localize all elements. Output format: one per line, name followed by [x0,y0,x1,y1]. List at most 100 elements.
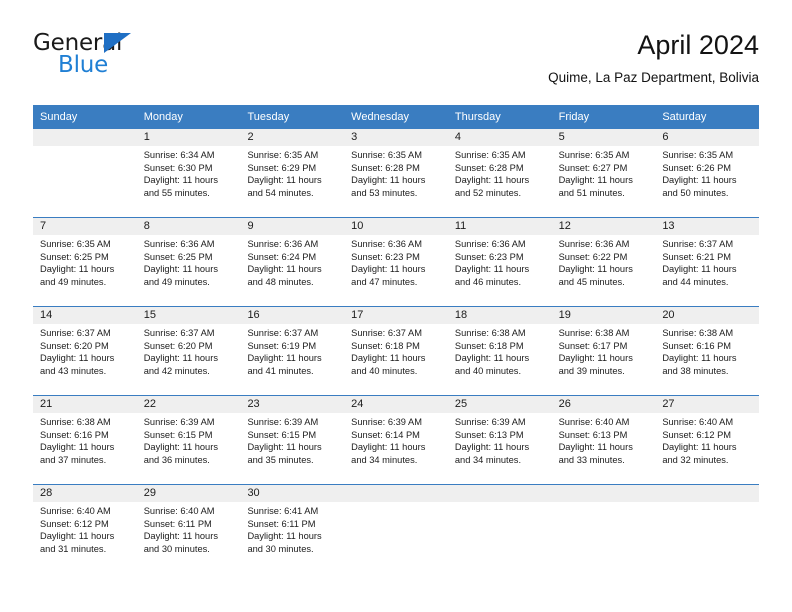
day-number: 11 [447,218,552,235]
day-cell-21[interactable]: 21 Sunrise: 6:38 AM Sunset: 6:16 PM Dayligh… [33,396,137,484]
page-subtitle: Quime, La Paz Department, Bolivia [548,70,759,85]
day-cell-25[interactable]: 25 Sunrise: 6:39 AM Sunset: 6:13 PM Dayligh… [447,396,552,484]
sunset-time: Sunset: 6:28 PM [454,162,524,173]
day-details [344,502,448,505]
calendar-page: General Blue April 2024 Quime, La Paz De… [0,0,792,612]
sunset-time: Sunset: 6:12 PM [40,518,109,529]
sunrise-time: Sunrise: 6:39 AM [454,417,526,427]
day-details [33,146,137,149]
daylight-duration-line2: and 54 minutes. [247,187,314,198]
daylight-duration-line1: Daylight: 11 hours [662,353,737,364]
sunrise-time: Sunrise: 6:38 AM [40,417,111,427]
day-details: Sunrise: 6:37 AM Sunset: 6:21 PM Daylight:… [655,235,759,288]
day-cell-28[interactable]: 28 Sunrise: 6:40 AM Sunset: 6:12 PM Dayligh… [33,485,137,573]
day-number: 14 [33,307,137,324]
day-details [448,502,552,505]
daylight-duration-line1: Daylight: 11 hours [558,175,633,186]
daylight-duration-line2: and 55 minutes. [143,187,210,198]
sunset-time: Sunset: 6:23 PM [351,251,420,262]
sunset-time: Sunset: 6:26 PM [662,162,732,173]
day-details: Sunrise: 6:35 AM Sunset: 6:28 PM Daylight:… [344,146,448,199]
day-cell-3[interactable]: 3 Sunrise: 6:35 AM Sunset: 6:28 PM Daylight… [344,129,448,217]
day-cell-24[interactable]: 24 Sunrise: 6:39 AM Sunset: 6:14 PM Dayligh… [344,396,448,484]
weekday-header-wednesday: Wednesday [351,111,410,123]
day-cell-1[interactable]: 1 Sunrise: 6:34 AM Sunset: 6:30 PM Daylight… [136,129,241,217]
sunrise-time: Sunrise: 6:36 AM [558,239,630,249]
day-details: Sunrise: 6:35 AM Sunset: 6:28 PM Daylight:… [448,146,552,199]
day-details: Sunrise: 6:35 AM Sunset: 6:27 PM Daylight:… [552,146,656,199]
day-cell-4[interactable]: 4 Sunrise: 6:35 AM Sunset: 6:28 PM Daylight… [447,129,552,217]
day-cell-7[interactable]: 7 Sunrise: 6:35 AM Sunset: 6:25 PM Daylight… [33,218,137,306]
day-cell-10[interactable]: 10 Sunrise: 6:36 AM Sunset: 6:23 PM Dayligh… [344,218,448,306]
day-cell-8[interactable]: 8 Sunrise: 6:36 AM Sunset: 6:25 PM Daylight… [136,218,241,306]
day-cell-22[interactable]: 22 Sunrise: 6:39 AM Sunset: 6:15 PM Dayligh… [136,396,241,484]
sunrise-time: Sunrise: 6:40 AM [558,417,630,427]
daylight-duration-line1: Daylight: 11 hours [454,175,530,186]
day-number: 18 [447,307,552,324]
daylight-duration-line2: and 39 minutes. [558,365,625,376]
title-block: April 2024 Quime, La Paz Department, Bol… [548,28,759,88]
day-number: 28 [33,485,137,502]
day-details: Sunrise: 6:34 AM Sunset: 6:30 PM Daylight:… [137,146,241,199]
daylight-duration-line2: and 53 minutes. [351,187,418,198]
sunset-time: Sunset: 6:11 PM [143,518,212,529]
sunset-time: Sunset: 6:12 PM [662,429,732,440]
day-cell-13[interactable]: 13 Sunrise: 6:37 AM Sunset: 6:21 PM Dayligh… [655,218,760,306]
day-details: Sunrise: 6:39 AM Sunset: 6:15 PM Daylight:… [137,413,241,466]
sunrise-time: Sunrise: 6:35 AM [558,150,630,160]
day-details: Sunrise: 6:38 AM Sunset: 6:18 PM Daylight:… [448,324,552,377]
day-cell-20[interactable]: 20 Sunrise: 6:38 AM Sunset: 6:16 PM Dayligh… [655,307,760,395]
sunset-time: Sunset: 6:17 PM [558,340,628,351]
day-details: Sunrise: 6:35 AM Sunset: 6:29 PM Daylight:… [240,146,344,199]
day-cell-18[interactable]: 18 Sunrise: 6:38 AM Sunset: 6:18 PM Dayligh… [447,307,552,395]
day-cell-19[interactable]: 19 Sunrise: 6:38 AM Sunset: 6:17 PM Dayligh… [551,307,656,395]
day-details: Sunrise: 6:36 AM Sunset: 6:23 PM Daylight:… [448,235,552,288]
day-cell-29[interactable]: 29 Sunrise: 6:40 AM Sunset: 6:11 PM Dayligh… [136,485,241,573]
day-cell-26[interactable]: 26 Sunrise: 6:40 AM Sunset: 6:13 PM Dayligh… [551,396,656,484]
sunset-time: Sunset: 6:15 PM [143,429,213,440]
day-details: Sunrise: 6:40 AM Sunset: 6:12 PM Daylight:… [655,413,759,466]
sunrise-time: Sunrise: 6:35 AM [662,150,734,160]
day-cell-30[interactable]: 30 Sunrise: 6:41 AM Sunset: 6:11 PM Dayligh… [240,485,345,573]
sunset-time: Sunset: 6:18 PM [351,340,420,351]
day-cell-empty [447,485,552,573]
daylight-duration-line1: Daylight: 11 hours [143,442,218,453]
daylight-duration-line1: Daylight: 11 hours [454,264,530,275]
day-cell-27[interactable]: 27 Sunrise: 6:40 AM Sunset: 6:12 PM Dayligh… [655,396,760,484]
day-details: Sunrise: 6:38 AM Sunset: 6:17 PM Daylight:… [552,324,656,377]
day-cell-9[interactable]: 9 Sunrise: 6:36 AM Sunset: 6:24 PM Daylight… [240,218,345,306]
day-cell-17[interactable]: 17 Sunrise: 6:37 AM Sunset: 6:18 PM Dayligh… [344,307,448,395]
generalblue-logo[interactable]: General Blue [33,30,243,86]
day-details: Sunrise: 6:37 AM Sunset: 6:18 PM Daylight:… [344,324,448,377]
day-cell-14[interactable]: 14 Sunrise: 6:37 AM Sunset: 6:20 PM Dayligh… [33,307,137,395]
daylight-duration-line1: Daylight: 11 hours [40,442,115,453]
day-number: 9 [240,218,345,235]
day-cell-11[interactable]: 11 Sunrise: 6:36 AM Sunset: 6:23 PM Dayligh… [447,218,552,306]
day-cell-12[interactable]: 12 Sunrise: 6:36 AM Sunset: 6:22 PM Dayligh… [551,218,656,306]
page-title: April 2024 [637,30,759,60]
day-cell-15[interactable]: 15 Sunrise: 6:37 AM Sunset: 6:20 PM Dayligh… [136,307,241,395]
weekday-header-friday: Friday [558,111,590,123]
day-cell-2[interactable]: 2 Sunrise: 6:35 AM Sunset: 6:29 PM Daylight… [240,129,345,217]
calendar-week-row: 14 Sunrise: 6:37 AM Sunset: 6:20 PM Dayligh… [33,306,760,395]
sunrise-time: Sunrise: 6:37 AM [351,328,422,338]
daylight-duration-line1: Daylight: 11 hours [558,264,633,275]
day-cell-23[interactable]: 23 Sunrise: 6:39 AM Sunset: 6:15 PM Dayligh… [240,396,345,484]
day-cell-16[interactable]: 16 Sunrise: 6:37 AM Sunset: 6:19 PM Dayligh… [240,307,345,395]
calendar-grid: Sunday Monday Tuesday Wednesday Thursday Frid… [33,105,760,573]
calendar-week-row: 1 Sunrise: 6:34 AM Sunset: 6:30 PM Daylight… [33,129,760,217]
day-details: Sunrise: 6:37 AM Sunset: 6:20 PM Daylight:… [137,324,241,377]
day-number: 17 [344,307,448,324]
day-cell-5[interactable]: 5 Sunrise: 6:35 AM Sunset: 6:27 PM Daylight… [551,129,656,217]
day-details: Sunrise: 6:35 AM Sunset: 6:25 PM Daylight:… [33,235,137,288]
daylight-duration-line2: and 47 minutes. [351,276,418,287]
day-cell-6[interactable]: 6 Sunrise: 6:35 AM Sunset: 6:26 PM Daylight… [655,129,760,217]
sunset-time: Sunset: 6:16 PM [40,429,109,440]
sunrise-time: Sunrise: 6:35 AM [247,150,319,160]
day-details: Sunrise: 6:41 AM Sunset: 6:11 PM Daylight:… [240,502,344,555]
day-number: 2 [240,129,345,146]
day-number: 4 [447,129,552,146]
sunrise-time: Sunrise: 6:39 AM [247,417,319,427]
sunrise-time: Sunrise: 6:34 AM [143,150,215,160]
daylight-duration-line1: Daylight: 11 hours [247,442,322,453]
